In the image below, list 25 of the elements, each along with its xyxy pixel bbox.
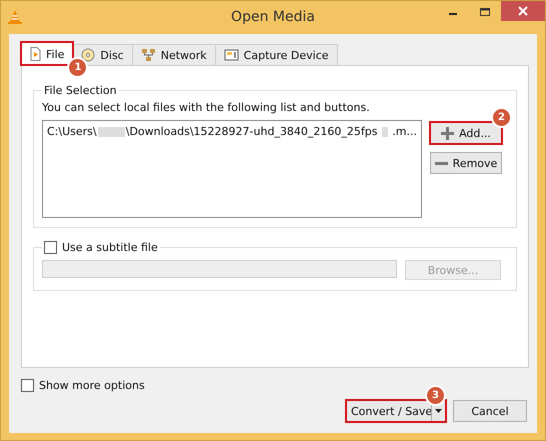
network-icon [140, 48, 156, 62]
add-button[interactable]: Add... [430, 122, 502, 144]
callout-number-badge: 2 [493, 109, 510, 126]
close-icon [518, 6, 528, 16]
document-play-icon [30, 47, 41, 61]
traffic-cone-icon [8, 8, 22, 24]
callout-number-badge: 1 [69, 59, 86, 76]
disc-icon [81, 48, 96, 62]
convert-save-button[interactable]: Convert / Save [346, 400, 446, 422]
file-list[interactable]: C:\Users\ \Downloads\15228927-uhd_3840_2160_25fps .m... [42, 120, 422, 218]
tab[interactable]: Capture Device [214, 44, 338, 65]
plus-icon [441, 126, 454, 140]
maximize-icon [480, 8, 490, 16]
capture-card-icon [224, 48, 239, 62]
tab[interactable]: File [21, 42, 74, 65]
hint-text: You can select local files with the following list and buttons. [42, 101, 371, 114]
file-list-item[interactable]: C:\Users\ \Downloads\15228927-uhd_3840_2160_25fps .m... [47, 125, 417, 138]
group-title: File Selection [43, 84, 118, 97]
cancel-button[interactable]: Cancel [453, 400, 527, 422]
tab[interactable]: Network [132, 44, 216, 65]
dropdown-caret-icon [435, 409, 442, 413]
remove-button[interactable]: Remove [430, 152, 502, 174]
close-button[interactable] [501, 1, 545, 21]
callout-number-badge: 3 [427, 387, 444, 404]
window-title: Open Media [231, 9, 315, 25]
